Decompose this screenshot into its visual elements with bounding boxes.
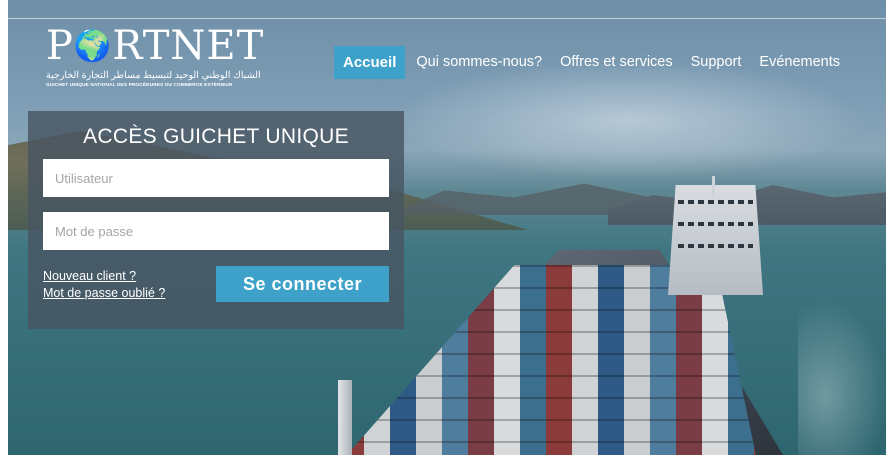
main-nav: Accueil Qui sommes-nous? Offres et servi… (334, 46, 849, 79)
bridge-windows (678, 244, 753, 248)
logo-wordmark: P🌍RTNET (46, 24, 286, 69)
ship-wake (798, 300, 886, 455)
login-links: Nouveau client ? Mot de passe oublié ? (43, 268, 165, 302)
ship-mast (712, 176, 715, 198)
logo-subtitle: GUICHET UNIQUE NATIONAL DES PROCÉDURES D… (46, 83, 233, 88)
logo-arabic-tagline: الشباك الوطني الوحيد لتبسيط مساطر التجار… (46, 70, 261, 81)
nav-item-accueil[interactable]: Accueil (334, 46, 406, 79)
globe-icon: 🌍 (73, 29, 113, 64)
top-divider (8, 18, 886, 19)
login-title: ACCÈS GUICHET UNIQUE (83, 125, 349, 148)
forgot-password-link[interactable]: Mot de passe oublié ? (43, 285, 165, 302)
logo-letters-rtnet: RTNET (112, 23, 265, 69)
nav-item-qui-sommes-nous[interactable]: Qui sommes-nous? (407, 46, 551, 79)
password-input[interactable] (43, 212, 389, 250)
login-panel: ACCÈS GUICHET UNIQUE Nouveau client ? Mo… (28, 111, 404, 329)
hero-banner: P🌍RTNET الشباك الوطني الوحيد لتبسيط مساط… (8, 0, 886, 455)
nav-item-support[interactable]: Support (682, 46, 751, 79)
logo-letter-p: P (46, 23, 74, 69)
bridge-windows (678, 200, 753, 204)
portnet-logo[interactable]: P🌍RTNET الشباك الوطني الوحيد لتبسيط مساط… (46, 24, 286, 88)
bridge-windows (678, 222, 753, 226)
nav-item-offres-et-services[interactable]: Offres et services (551, 46, 682, 79)
nav-item-evenements[interactable]: Evénements (750, 46, 849, 79)
new-client-link[interactable]: Nouveau client ? (43, 268, 165, 285)
login-button[interactable]: Se connecter (216, 266, 389, 302)
username-input[interactable] (43, 159, 389, 197)
ship-crane (338, 380, 352, 455)
